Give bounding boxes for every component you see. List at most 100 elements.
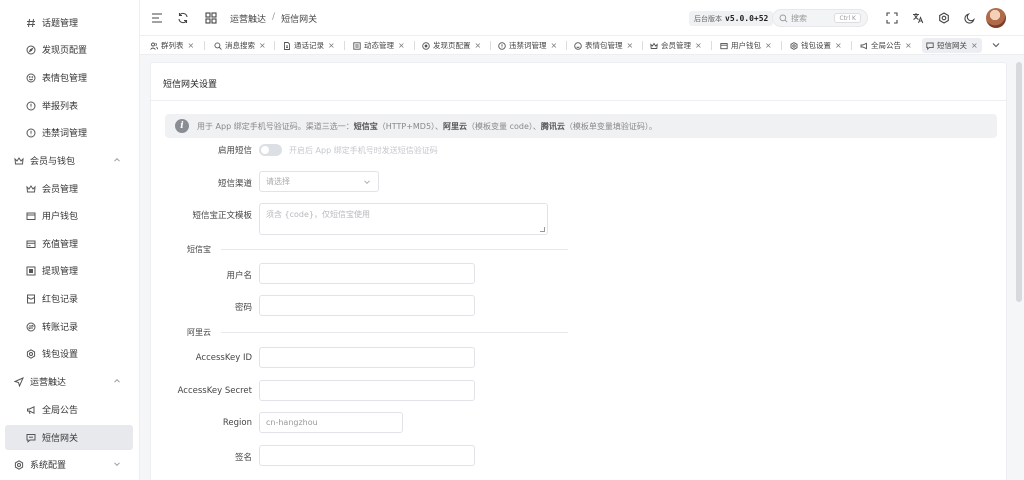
- sidebar-group-operations[interactable]: 运营触达: [5, 369, 133, 394]
- tab-separator: [274, 41, 275, 50]
- sidebar-item-discover-config[interactable]: 发现页配置: [5, 37, 133, 62]
- tab-posts-management[interactable]: 动态管理 ×: [349, 38, 409, 53]
- region-label: Region: [222, 418, 252, 428]
- sidebar-item-label: 违禁词管理: [42, 129, 88, 139]
- tab-close-icon[interactable]: ×: [551, 41, 558, 50]
- divider: [151, 100, 1006, 101]
- region-input[interactable]: cn-hangzhou: [259, 412, 403, 433]
- grid-icon[interactable]: [204, 11, 218, 25]
- settings-gear-icon[interactable]: [937, 11, 951, 25]
- sidebar-item-redpacket[interactable]: 红包记录: [5, 286, 133, 311]
- notice-prefix: 用于 App 绑定手机号验证码。渠道三选一：: [197, 121, 354, 131]
- smile-icon: [26, 73, 36, 83]
- chevron-down-icon[interactable]: [991, 40, 1001, 50]
- notice-option-2-note: （模板变量 code）、: [467, 121, 541, 131]
- tab-label: 群列表: [161, 41, 184, 50]
- search-placeholder: 搜索: [791, 13, 807, 23]
- sidebar-item-user-wallet[interactable]: 用户钱包: [5, 203, 133, 228]
- search-input[interactable]: 搜索 Ctrl K: [772, 9, 868, 27]
- tab-call-records[interactable]: 通话记录 ×: [279, 38, 339, 53]
- tab-sticker-management[interactable]: 表情包管理 ×: [570, 38, 637, 53]
- tab-label: 表情包管理: [585, 41, 623, 50]
- sidebar-item-transfer[interactable]: 转账记录: [5, 314, 133, 339]
- version-number: v5.0.0+52: [725, 14, 769, 23]
- sms-channel-select[interactable]: 请选择: [259, 171, 379, 192]
- hash-icon: [26, 18, 36, 28]
- gear-icon: [14, 459, 24, 470]
- refresh-icon[interactable]: [176, 11, 190, 25]
- tab-group-list[interactable]: 群列表 ×: [146, 38, 198, 53]
- tab-label: 全局公告: [871, 41, 901, 50]
- tab-member-management[interactable]: 会员管理 ×: [646, 38, 706, 53]
- redpacket-icon: [26, 294, 36, 304]
- tab-close-icon[interactable]: ×: [627, 41, 634, 50]
- tab-close-icon[interactable]: ×: [765, 41, 772, 50]
- enable-sms-toggle[interactable]: [259, 144, 282, 156]
- gear-icon: [790, 41, 798, 50]
- tab-close-icon[interactable]: ×: [398, 41, 405, 50]
- tab-label: 通话记录: [294, 41, 324, 50]
- resize-handle[interactable]: [540, 227, 545, 232]
- username-input[interactable]: [259, 263, 475, 284]
- signature-input[interactable]: [259, 445, 475, 466]
- tab-global-announcement[interactable]: 全局公告 ×: [856, 38, 916, 53]
- smile-icon: [574, 41, 582, 50]
- compass-icon: [26, 45, 36, 55]
- message-icon: [26, 433, 36, 443]
- accesskey-secret-input[interactable]: [259, 380, 475, 401]
- breadcrumb-separator: /: [272, 12, 276, 22]
- tab-close-icon[interactable]: ×: [905, 41, 912, 50]
- sidebar-item-stickers[interactable]: 表情包管理: [5, 65, 133, 90]
- sidebar-item-label: 转账记录: [42, 323, 79, 333]
- tab-close-icon[interactable]: ×: [971, 41, 978, 50]
- chevron-down-icon: [363, 178, 371, 186]
- page-scrollbar[interactable]: [1016, 62, 1022, 302]
- menu-toggle-icon[interactable]: [150, 11, 164, 25]
- dark-mode-moon-icon[interactable]: [963, 11, 977, 25]
- sidebar-item-topics[interactable]: 话题管理: [5, 10, 133, 35]
- sidebar-item-wallet-settings[interactable]: 钱包设置: [5, 341, 133, 366]
- sidebar-item-sms-gateway[interactable]: 短信网关: [5, 425, 133, 450]
- sidebar-item-banned-words[interactable]: 违禁词管理: [5, 120, 133, 145]
- tab-close-icon[interactable]: ×: [259, 41, 266, 50]
- translate-icon[interactable]: [911, 11, 925, 25]
- megaphone-icon: [26, 405, 36, 415]
- sidebar-item-recharge[interactable]: 充值管理: [5, 231, 133, 256]
- sidebar-item-member-management[interactable]: 会员管理: [5, 176, 133, 201]
- template-textarea[interactable]: 须含 {code}，仅短信宝使用: [259, 203, 548, 235]
- top-header: 运营触达 / 短信网关 后台版本 v5.0.0+52 搜索 Ctrl K: [140, 0, 1024, 36]
- sidebar-group-system-config[interactable]: 系统配置: [5, 452, 133, 477]
- password-input[interactable]: [259, 295, 475, 316]
- info-icon: i: [175, 119, 189, 133]
- accesskey-id-input[interactable]: [259, 347, 475, 368]
- tab-close-icon[interactable]: ×: [835, 41, 842, 50]
- accesskey-id-label: AccessKey ID: [195, 353, 252, 363]
- notice-option-2: 阿里云: [443, 121, 468, 131]
- tab-close-icon[interactable]: ×: [695, 41, 702, 50]
- tab-sms-gateway[interactable]: 短信网关 ×: [922, 38, 982, 53]
- sidebar-item-reports[interactable]: 举报列表: [5, 93, 133, 118]
- tab-user-wallet[interactable]: 用户钱包 ×: [716, 38, 776, 53]
- fullscreen-icon[interactable]: [885, 11, 899, 25]
- sidebar-item-label: 会员管理: [42, 185, 79, 195]
- region-value: cn-hangzhou: [266, 418, 318, 427]
- tab-discover-config[interactable]: 发现页配置 ×: [418, 38, 485, 53]
- sidebar-item-label: 钱包设置: [42, 350, 79, 360]
- notice-option-3-note: （模板单变量填验证码）。: [564, 121, 657, 131]
- tab-close-icon[interactable]: ×: [188, 41, 195, 50]
- alert-icon: [26, 101, 36, 111]
- sidebar-group-membership-wallet[interactable]: 会员与钱包: [5, 148, 133, 173]
- breadcrumb-item[interactable]: 运营触达: [230, 12, 266, 25]
- username-label: 用户名: [226, 271, 252, 281]
- tab-close-icon[interactable]: ×: [475, 41, 482, 50]
- tab-banned-words[interactable]: 违禁词管理 ×: [494, 38, 561, 53]
- template-placeholder: 须含 {code}，仅短信宝使用: [266, 210, 371, 219]
- tab-message-search[interactable]: 消息搜索 ×: [210, 38, 270, 53]
- user-avatar[interactable]: [986, 8, 1006, 28]
- tab-wallet-settings[interactable]: 钱包设置 ×: [786, 38, 846, 53]
- tab-separator: [344, 41, 345, 50]
- tab-close-icon[interactable]: ×: [328, 41, 335, 50]
- sidebar-item-withdraw[interactable]: 提现管理: [5, 258, 133, 283]
- sidebar-item-announcement[interactable]: 全局公告: [5, 397, 133, 422]
- search-icon: [779, 14, 788, 22]
